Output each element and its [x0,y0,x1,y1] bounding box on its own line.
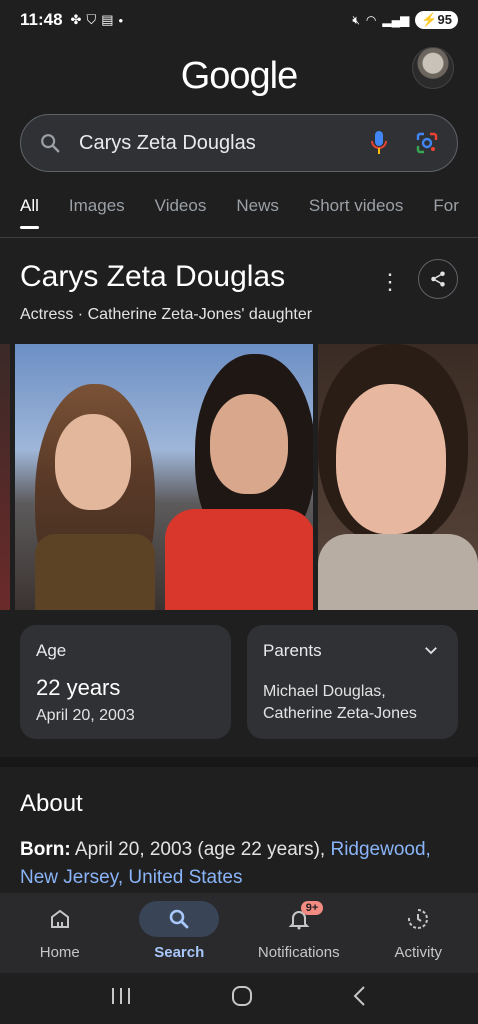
parents-label: Parents [263,641,322,660]
link-united-states[interactable]: United States [128,867,242,888]
parents-line-2: Catherine Zeta-Jones [263,705,417,722]
search-tabs: All Images Videos News Short videos For [0,196,478,238]
more-options-icon[interactable]: ⋮ [378,270,402,294]
image-thumbnail[interactable] [15,344,313,610]
entity-subtitle: Actress · Catherine Zeta-Jones' daughter [20,306,313,323]
tab-news[interactable]: News [236,196,279,237]
search-box[interactable]: Carys Zeta Douglas [20,114,458,172]
image-thumbnail[interactable] [318,344,478,610]
nav-label: Home [39,944,80,961]
tab-forums[interactable]: For [433,196,459,237]
nav-home[interactable]: Home [0,893,120,973]
bell-icon: 9+ [259,901,339,937]
lens-icon[interactable] [415,131,439,155]
activity-icon [378,901,458,937]
age-card[interactable]: Age 22 years April 20, 2003 [20,625,231,739]
nav-activity[interactable]: Activity [359,893,478,973]
link-new-jersey[interactable]: New Jersey, [20,867,123,888]
notification-badge: 9+ [300,901,324,915]
tab-all[interactable]: All [20,196,39,237]
battery-indicator: ⚡95 [415,11,458,29]
recent-apps-icon[interactable] [110,986,132,1011]
home-icon [20,901,100,937]
nav-notifications[interactable]: 9+ Notifications [239,893,359,973]
tab-images[interactable]: Images [69,196,125,237]
share-icon [431,271,445,287]
entity-title: Carys Zeta Douglas [20,260,286,293]
wifi-icon: ◠ [365,13,377,27]
share-button[interactable] [418,259,458,299]
about-heading: About [20,790,83,817]
back-icon[interactable] [352,985,368,1012]
parents-line-1: Michael Douglas, [263,683,386,700]
birth-date: April 20, 2003 [36,707,135,724]
nav-label: Activity [394,944,442,961]
search-icon [139,901,220,937]
tab-videos[interactable]: Videos [155,196,207,237]
link-ridgewood[interactable]: Ridgewood, [330,839,430,860]
born-text: April 20, 2003 (age 22 years), [74,839,326,860]
mute-icon: 🔇︎ [352,12,360,27]
status-bar: 11:48 ✤ ⛉ ▤ • 🔇︎ ◠ ▂▄▆ ⚡95 [0,0,478,40]
age-label: Age [36,641,67,660]
image-carousel [0,344,478,610]
system-navigation-bar [0,973,478,1024]
shield-icon: ⛉ [86,12,97,27]
account-avatar[interactable] [412,47,454,89]
parents-card[interactable]: Parents Michael Douglas, Catherine Zeta-… [247,625,458,739]
dot-icon: • [118,12,124,28]
nav-search[interactable]: Search [120,893,240,973]
search-input[interactable]: Carys Zeta Douglas [79,132,369,155]
home-button-icon[interactable] [231,985,253,1012]
born-label: Born: [20,839,71,860]
google-logo[interactable]: Google [0,55,478,98]
tab-short-videos[interactable]: Short videos [309,196,404,237]
bottom-navigation: Home Search 9+ Notifications Activity [0,893,478,973]
nav-label: Search [154,944,205,961]
signal-icon: ▂▄▆ [382,13,410,27]
pinwheel-icon: ✤ [70,12,82,27]
about-born: Born: April 20, 2003 (age 22 years), Rid… [20,836,460,892]
section-divider [0,757,478,767]
search-icon [39,132,61,154]
age-value: 22 years [36,675,121,700]
calendar-icon: ▤ [101,12,114,27]
microphone-icon[interactable] [369,130,389,156]
nav-label: Notifications [257,944,340,961]
chevron-down-icon[interactable] [422,641,440,664]
status-time: 11:48 [20,10,63,29]
image-thumbnail[interactable] [0,344,10,610]
